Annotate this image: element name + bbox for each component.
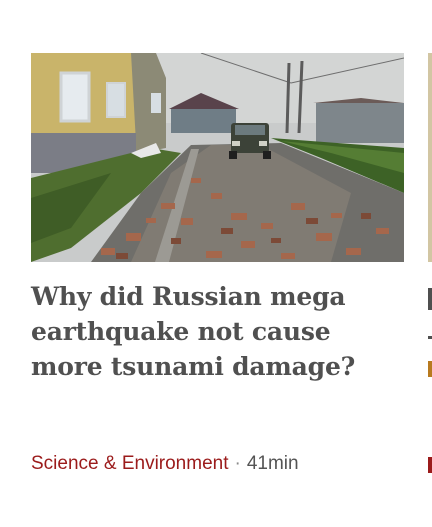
next-article-card[interactable] xyxy=(428,53,432,493)
topic-link[interactable]: Science & Environment xyxy=(31,453,229,474)
meta-separator: · xyxy=(234,453,241,474)
street-debris-photo-icon xyxy=(31,53,404,262)
article-meta: Science & Environment · 41min xyxy=(31,451,299,477)
article-title[interactable]: Why did Russian mega earthquake not caus… xyxy=(31,279,391,384)
article-card[interactable]: Why did Russian mega earthquake not caus… xyxy=(31,53,404,493)
next-article-title-fragment xyxy=(428,288,432,310)
next-article-title-fragment xyxy=(428,336,432,339)
article-thumbnail xyxy=(31,53,404,262)
next-article-thumbnail xyxy=(428,53,432,262)
next-article-topic-fragment xyxy=(428,457,432,473)
next-article-title-fragment xyxy=(428,361,432,377)
read-time: 41min xyxy=(246,453,299,474)
article-carousel: Why did Russian mega earthquake not caus… xyxy=(0,0,432,527)
